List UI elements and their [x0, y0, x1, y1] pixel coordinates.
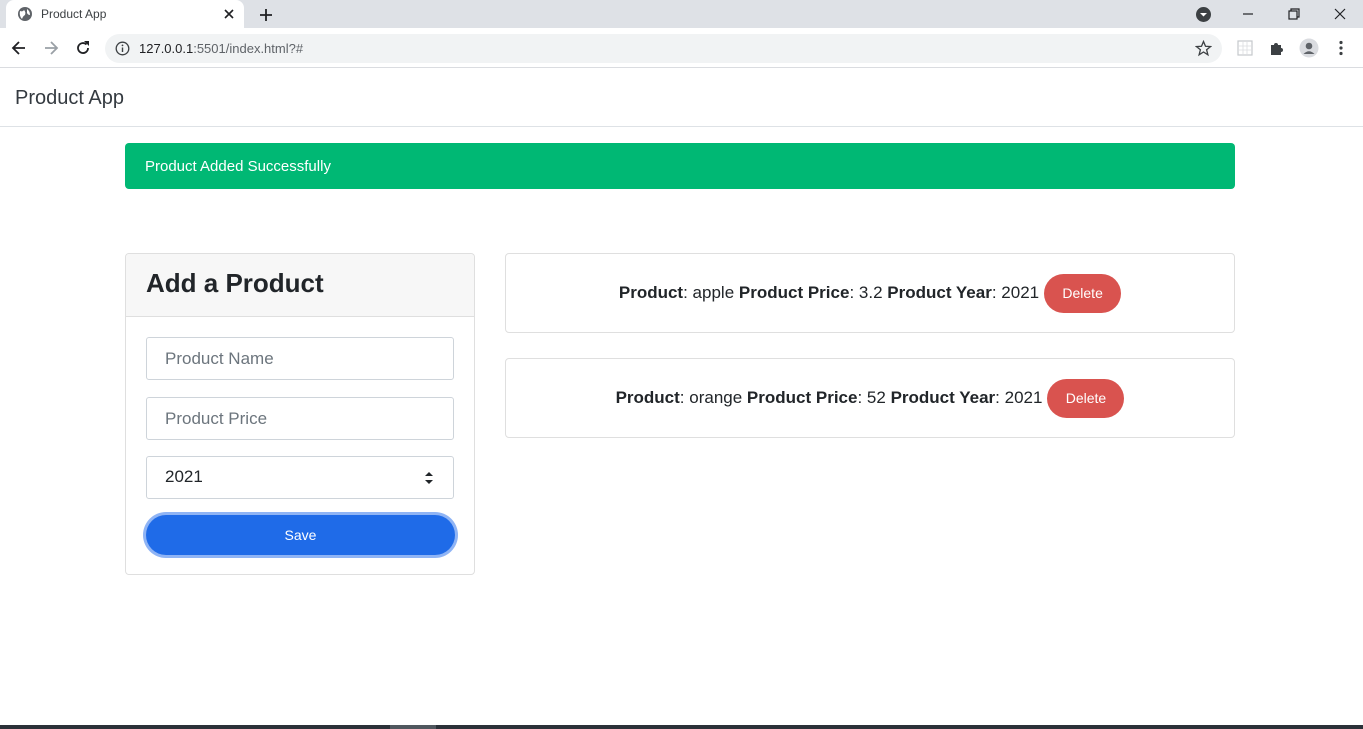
close-tab-icon[interactable]: [221, 6, 237, 22]
forward-icon[interactable]: [41, 38, 61, 58]
taskbar-active-item: [390, 725, 436, 729]
minimize-icon[interactable]: [1238, 4, 1258, 24]
save-button[interactable]: Save: [146, 515, 455, 555]
restore-icon[interactable]: [1284, 4, 1304, 24]
product-item: Product: apple Product Price: 3.2 Produc…: [505, 253, 1235, 333]
product-price-input[interactable]: [146, 397, 454, 440]
card-header: Add a Product: [126, 254, 474, 317]
product-name-input[interactable]: [146, 337, 454, 380]
year-value: 2021: [165, 467, 203, 486]
add-product-card: Add a Product 2021 Save: [125, 253, 475, 575]
extension-grid-icon[interactable]: [1235, 38, 1255, 58]
product-details: Product: apple Product Price: 3.2 Produc…: [618, 283, 1040, 302]
menu-kebab-icon[interactable]: [1331, 38, 1351, 58]
new-tab-icon[interactable]: [256, 5, 276, 25]
alert-message: Product Added Successfully: [145, 158, 331, 175]
bookmark-star-icon[interactable]: [1195, 40, 1212, 57]
tab-search-icon[interactable]: [1195, 6, 1212, 23]
delete-button[interactable]: Delete: [1044, 273, 1122, 313]
navbar-brand[interactable]: Product App: [15, 87, 124, 110]
taskbar-edge: [0, 725, 1363, 729]
success-alert: Product Added Successfully: [125, 143, 1235, 189]
address-bar[interactable]: 127.0.0.1:5501/index.html?#: [105, 34, 1222, 63]
spinner-arrows-icon[interactable]: [423, 470, 435, 486]
product-details: Product: orange Product Price: 52 Produc…: [615, 388, 1043, 407]
extensions-puzzle-icon[interactable]: [1267, 38, 1287, 58]
delete-button[interactable]: Delete: [1047, 378, 1125, 418]
profile-avatar-icon[interactable]: [1299, 38, 1319, 58]
browser-tab-bar: Product App: [0, 0, 1363, 28]
form-title: Add a Product: [146, 268, 324, 298]
page-navbar: Product App: [0, 69, 1363, 127]
product-year-input[interactable]: 2021: [146, 456, 454, 499]
info-icon[interactable]: [115, 41, 130, 56]
back-icon[interactable]: [9, 38, 29, 58]
product-item: Product: orange Product Price: 52 Produc…: [505, 358, 1235, 438]
globe-icon: [18, 7, 32, 21]
close-window-icon[interactable]: [1330, 4, 1350, 24]
url-text: 127.0.0.1:5501/index.html?#: [139, 41, 304, 56]
browser-toolbar: 127.0.0.1:5501/index.html?#: [0, 28, 1363, 68]
browser-tab[interactable]: Product App: [6, 0, 244, 28]
reload-icon[interactable]: [73, 38, 93, 58]
tab-title: Product App: [41, 7, 107, 21]
